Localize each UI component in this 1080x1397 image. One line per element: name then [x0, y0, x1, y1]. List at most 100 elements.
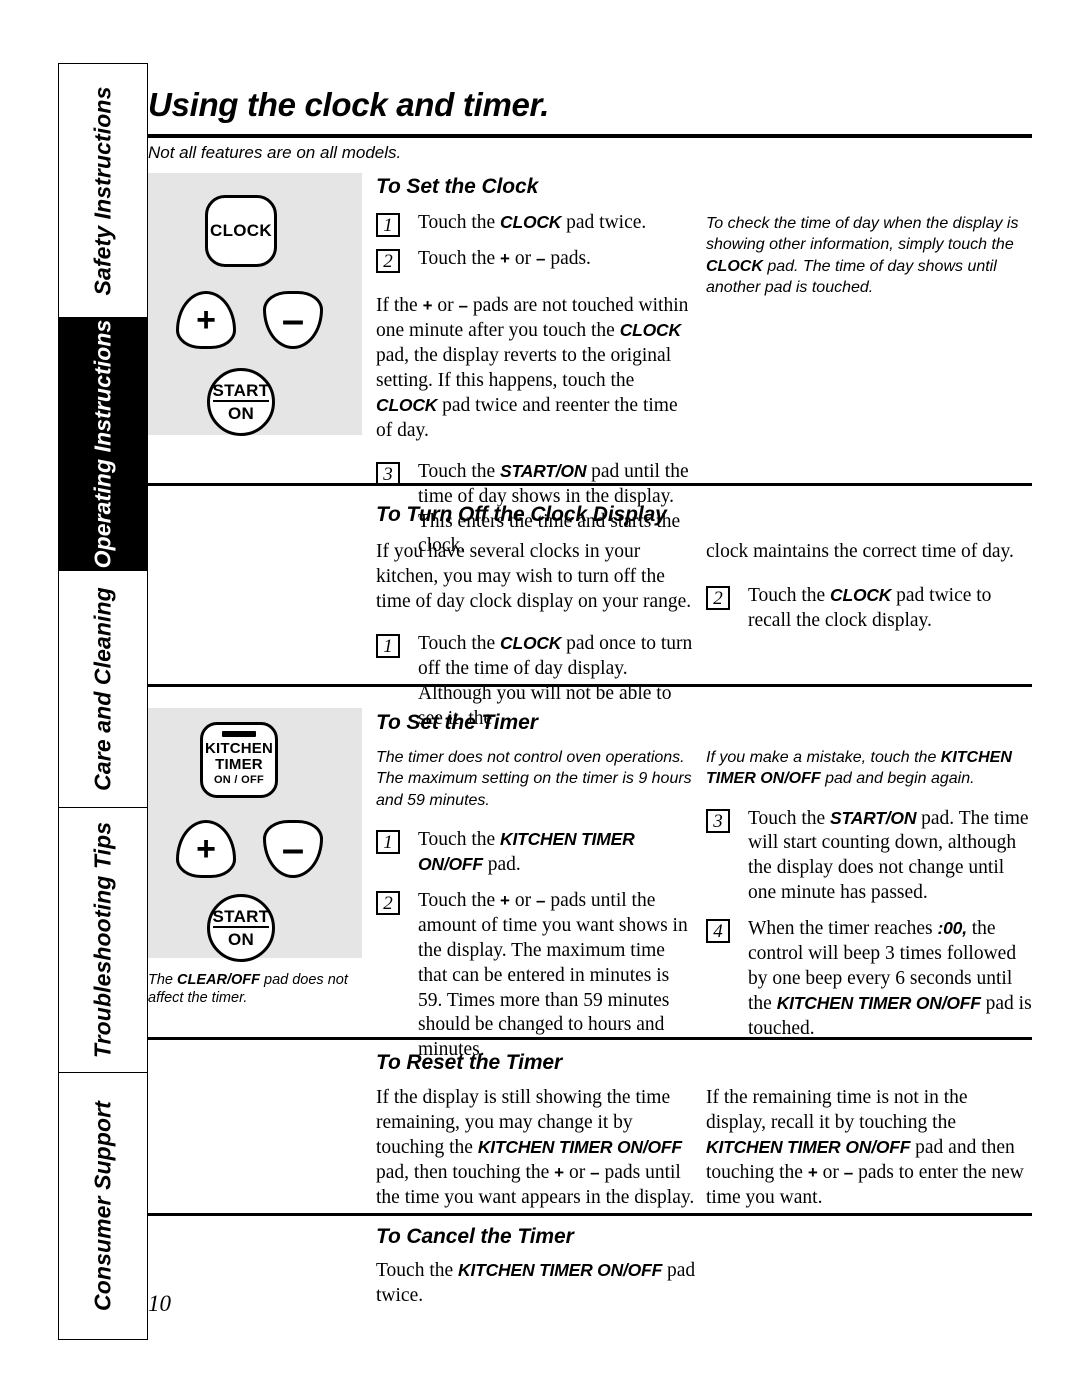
clock-control-pad-illustration: CLOCK + – START ON — [148, 173, 362, 436]
plus-symbol: + — [500, 248, 510, 268]
section-divider — [148, 1213, 1032, 1216]
step-text: Touch the + or – pads. — [418, 247, 591, 269]
set-timer-left-column: The timer does not control oven operatio… — [376, 747, 696, 1063]
turn-off-clock-right-column: clock maintains the correct time of day.… — [706, 540, 1032, 634]
cancel-timer-body: Touch the KITCHEN TIMER ON/OFF pad twice… — [376, 1259, 696, 1309]
section-divider — [148, 483, 1032, 486]
pad-name-kitchen-timer-onoff: KITCHEN TIMER ON/OFF — [458, 1260, 663, 1280]
pad-name-kitchen-timer: KITCHEN TIMER — [706, 1136, 841, 1157]
step-text: Touch the + or – pads until the amount o… — [418, 889, 688, 1061]
reset-timer-left-text: If the display is still showing the time… — [376, 1087, 695, 1208]
pad-name-kitchen: KITCHEN — [940, 749, 1012, 766]
timer-zero-value: :00 — [937, 918, 963, 939]
set-timer-note-right: If you make a mistake, touch the KITCHEN… — [706, 749, 1012, 788]
section-heading-cancel-timer: To Cancel the Timer — [376, 1225, 574, 1248]
minus-icon: – — [281, 827, 305, 871]
pad-name-kitchen-timer-onoff: KITCHEN TIMER ON/OFF — [418, 828, 635, 874]
step-number: 1 — [376, 633, 400, 658]
pad-name-clock: CLOCK — [376, 394, 438, 415]
cancel-timer-text: Touch the KITCHEN TIMER ON/OFF pad twice… — [376, 1260, 696, 1306]
section-heading-turn-off-clock-display: To Turn Off the Clock Display — [376, 503, 667, 526]
step-number: 1 — [376, 213, 400, 237]
minus-icon: – — [281, 298, 305, 342]
step-text: Touch the KITCHEN TIMER ON/OFF pad. — [418, 828, 635, 875]
plus-symbol: + — [500, 890, 510, 910]
step-item: 4 When the timer reaches :00, the contro… — [706, 917, 1032, 1042]
start-pad-label-line2: ON — [227, 404, 255, 423]
start-pad-label-line1: START — [212, 907, 270, 928]
sidebar-tab-consumer-support[interactable]: Consumer Support — [59, 1073, 147, 1339]
minus-symbol: – — [535, 890, 546, 910]
step-text: When the timer reaches :00, the control … — [748, 918, 1032, 1040]
sidebar-tab-label: Troubleshooting Tips — [89, 821, 116, 1059]
step-item: 3 Touch the START/ON pad. The time will … — [706, 807, 1032, 907]
turn-off-clock-intro: If you have several clocks in your kitch… — [376, 541, 692, 612]
clear-off-caption: The CLEAR/OFF pad does not affect the ti… — [148, 972, 348, 1007]
section-heading-set-timer: To Set the Timer — [376, 711, 538, 734]
step-item: 2 Touch the + or – pads. — [376, 247, 696, 273]
minus-pad-button[interactable]: – — [263, 820, 323, 878]
step-text: Touch the CLOCK pad twice. — [418, 212, 647, 233]
kitchen-timer-control-pad-illustration: KITCHEN TIMER ON / OFF + – START ON — [148, 708, 362, 962]
kitchen-timer-pad-button[interactable]: KITCHEN TIMER ON / OFF — [200, 722, 278, 798]
pad-name-kitchen-timer-onoff: KITCHEN TIMER ON/OFF — [776, 993, 981, 1014]
reset-timer-left-column: If the display is still showing the time… — [376, 1086, 696, 1211]
sidebar-tab-label: Safety Instructions — [89, 86, 116, 295]
section-divider — [148, 1037, 1032, 1040]
start-pad-label-line2: ON — [227, 930, 255, 949]
sidebar-tab-safety-instructions[interactable]: Safety Instructions — [59, 64, 147, 318]
page-content: Using the clock and timer. Not all featu… — [148, 63, 1032, 1340]
sidebar-tab-strip: Safety Instructions Operating Instructio… — [58, 63, 148, 1340]
clock-pad-button[interactable]: CLOCK — [205, 195, 277, 267]
step-number: 4 — [706, 919, 730, 944]
minus-symbol: – — [590, 1162, 600, 1182]
pad-name-kitchen-timer-onoff: KITCHEN TIMER ON/OFF — [477, 1136, 682, 1157]
step-text: Touch the CLOCK pad twice to recall the … — [748, 584, 992, 631]
pad-name-start-on: START/ON — [830, 807, 917, 828]
set-timer-note-left: The timer does not control oven operatio… — [376, 749, 692, 809]
set-clock-body-paragraph: If the + or – pads are not touched withi… — [376, 294, 689, 441]
page-number: 10 — [148, 1291, 171, 1316]
page-subtitle: Not all features are on all models. — [148, 143, 402, 162]
minus-pad-button[interactable]: – — [263, 291, 323, 349]
section-heading-set-clock: To Set the Clock — [376, 175, 539, 198]
sidebar-tab-label: Operating Instructions — [89, 319, 116, 569]
minus-symbol: – — [458, 295, 468, 315]
sidebar-tab-label: Care and Cleaning — [89, 587, 116, 791]
indicator-bar-icon — [222, 731, 256, 737]
start-on-pad-button[interactable]: START ON — [207, 368, 275, 436]
step-number: 2 — [376, 248, 400, 273]
plus-symbol: + — [422, 295, 433, 315]
set-timer-right-column: If you make a mistake, touch the KITCHEN… — [706, 747, 1032, 1042]
minus-symbol: – — [535, 248, 546, 268]
step-item: 1 Touch the KITCHEN TIMER ON/OFF pad. — [376, 828, 696, 878]
reset-timer-right-text: If the remaining time is not in the disp… — [706, 1087, 1024, 1208]
kitchen-timer-pad-label-line3: ON / OFF — [213, 774, 265, 787]
start-on-pad-button[interactable]: START ON — [207, 894, 275, 962]
sidebar-tab-operating-instructions[interactable]: Operating Instructions — [59, 318, 147, 571]
set-clock-note: To check the time of day when the displa… — [706, 215, 1019, 296]
sidebar-tab-care-and-cleaning[interactable]: Care and Cleaning — [59, 571, 147, 808]
pad-name-start-on: START/ON — [500, 460, 587, 481]
step-item: 2 Touch the CLOCK pad twice to recall th… — [706, 584, 1032, 634]
pad-name-onoff: ON/OFF — [845, 1136, 911, 1157]
pad-name-clock: CLOCK — [500, 212, 562, 232]
pad-name-clock: CLOCK — [706, 257, 763, 275]
section-heading-reset-timer: To Reset the Timer — [376, 1051, 563, 1074]
step-item: 1 Touch the CLOCK pad twice. — [376, 211, 696, 237]
turn-off-clock-left-column: If you have several clocks in your kitch… — [376, 540, 696, 732]
section-divider — [148, 684, 1032, 687]
plus-pad-button[interactable]: + — [176, 820, 236, 878]
kitchen-timer-pad-label-line2: TIMER — [215, 756, 263, 774]
sidebar-tab-troubleshooting-tips[interactable]: Troubleshooting Tips — [59, 808, 147, 1073]
plus-icon: + — [196, 301, 216, 339]
plus-symbol: + — [554, 1162, 565, 1182]
title-underline-rule — [148, 134, 1032, 138]
pad-name-timer-onoff: TIMER ON/OFF — [706, 770, 821, 788]
step-number: 3 — [706, 808, 730, 833]
turn-off-clock-continuation: clock maintains the correct time of day. — [706, 541, 1014, 562]
sidebar-tab-label: Consumer Support — [89, 1101, 116, 1311]
pad-name-clock: CLOCK — [619, 319, 681, 340]
plus-pad-button[interactable]: + — [176, 291, 236, 349]
step-text: Touch the START/ON pad. The time will st… — [748, 807, 1029, 904]
